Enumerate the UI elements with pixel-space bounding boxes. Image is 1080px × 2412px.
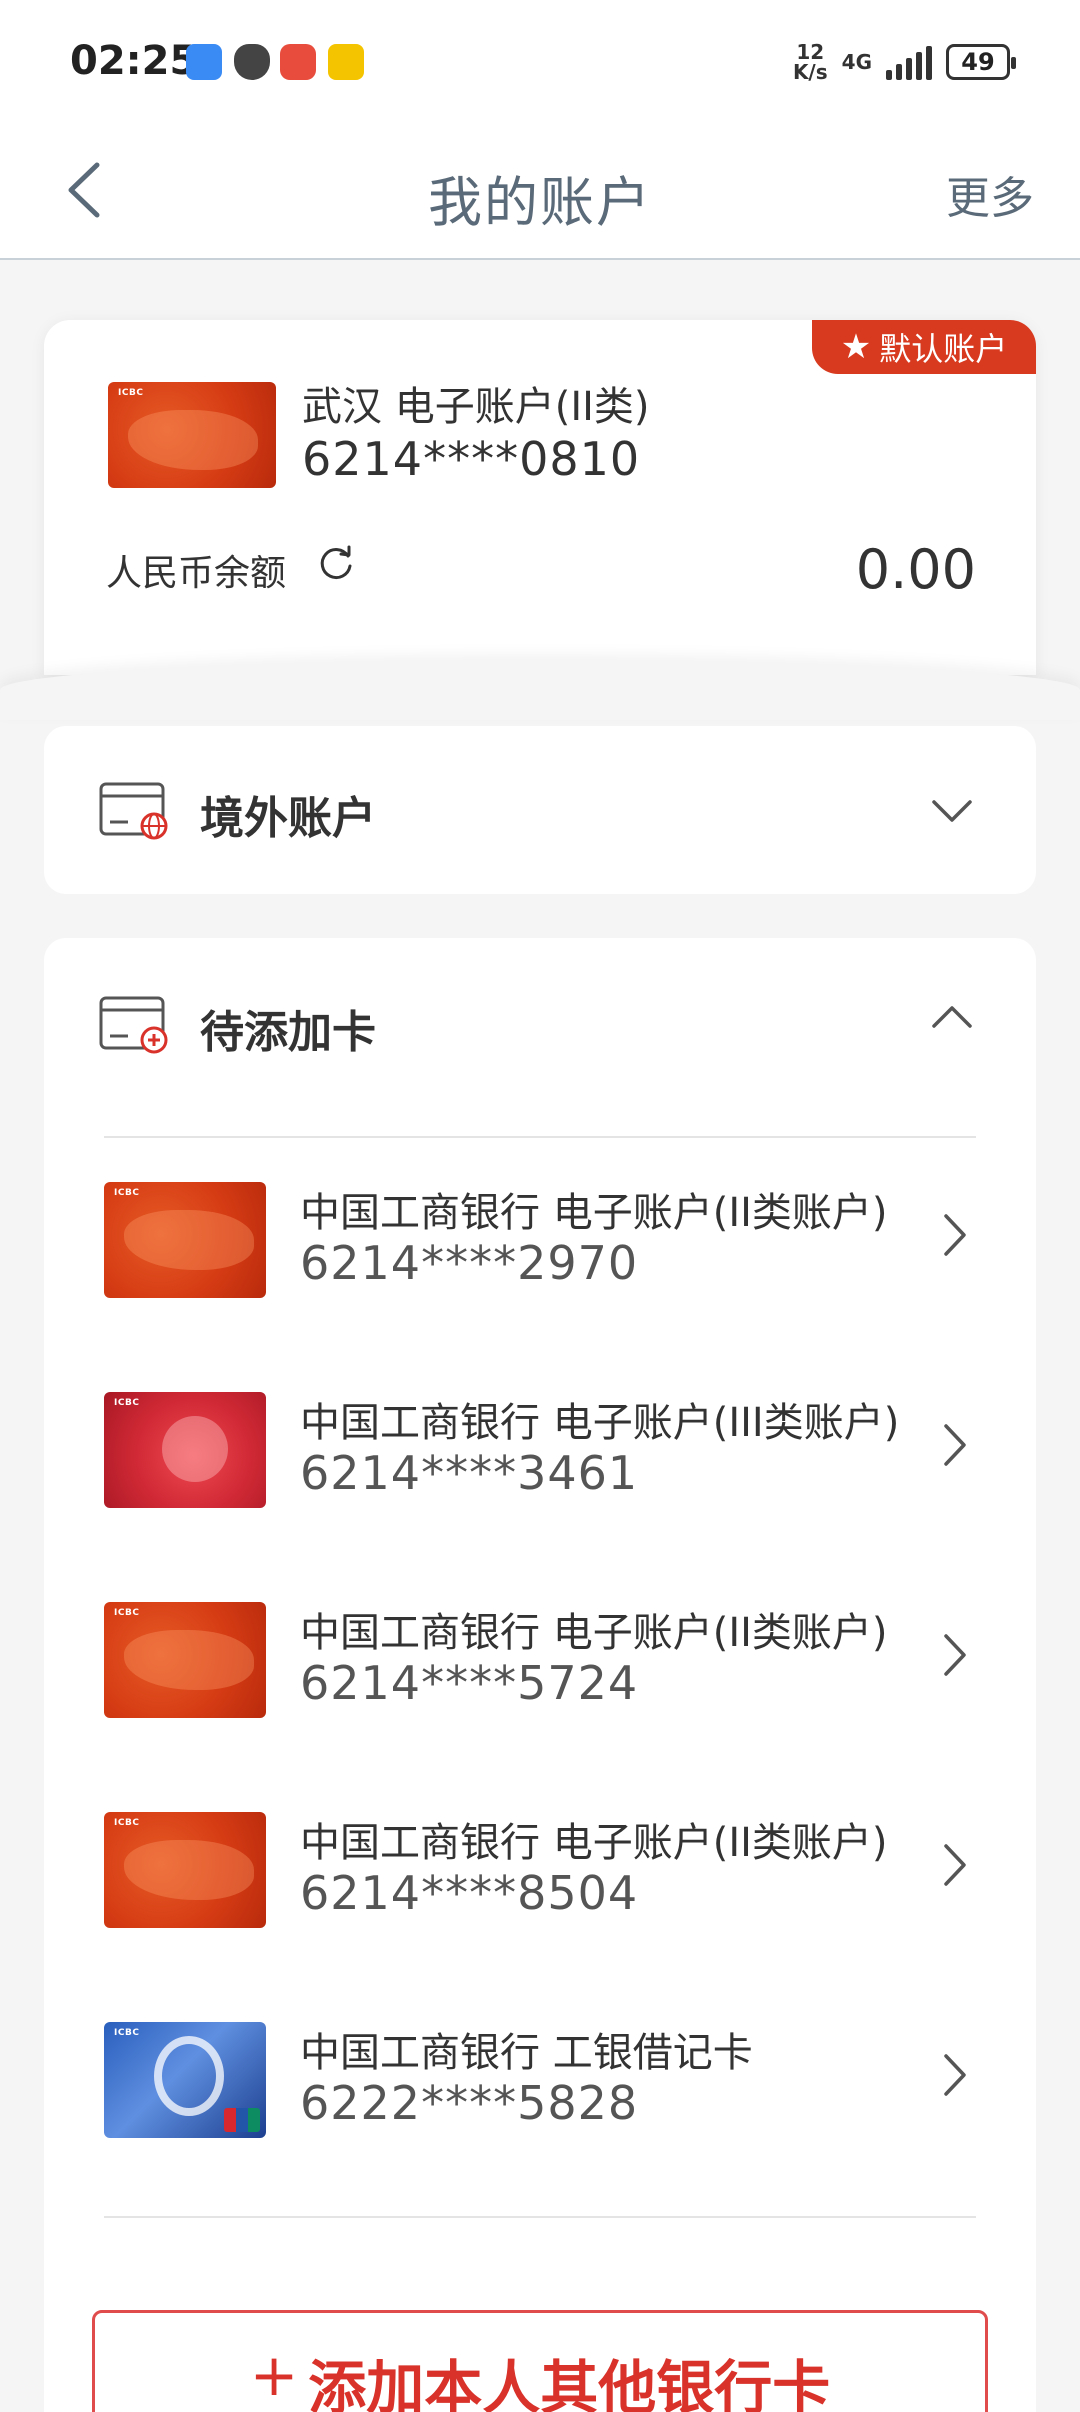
divider: [104, 2216, 976, 2218]
net-speed: 12 K/s: [792, 40, 828, 84]
card-number: 6222****5828: [300, 2076, 639, 2130]
copy-app-icon: [328, 44, 364, 80]
pending-card-row[interactable]: ICBC 中国工商银行 电子账户(II类账户) 6214****5724: [104, 1590, 976, 1720]
card-name: 中国工商银行 电子账户(II类账户): [300, 1820, 888, 1866]
account-name: 武汉 电子账户(II类): [302, 384, 650, 430]
card-image: ICBC: [104, 1392, 266, 1508]
card-name: 中国工商银行 电子账户(III类账户): [300, 1400, 900, 1446]
pending-card-row[interactable]: ICBC 中国工商银行 电子账户(II类账户) 6214****2970: [104, 1170, 976, 1300]
overseas-section-title: 境外账户: [200, 793, 376, 844]
account-number: 6214****0810: [302, 432, 641, 486]
card-image: ICBC: [104, 1812, 266, 1928]
pending-card-row[interactable]: ICBC 中国工商银行 电子账户(II类账户) 6214****8504: [104, 1800, 976, 1930]
default-account-card[interactable]: ★ 默认账户 ICBC 武汉 电子账户(II类) 6214****0810 人民…: [44, 320, 1036, 675]
message-app-icon: [186, 44, 222, 80]
balance-value: 0.00: [855, 538, 976, 601]
card-number: 6214****2970: [300, 1236, 639, 1290]
card-image: ICBC: [104, 2022, 266, 2138]
overseas-accounts-section[interactable]: 境外账户: [44, 726, 1036, 894]
add-other-bank-card-button[interactable]: + 添加本人其他银行卡: [92, 2310, 988, 2412]
pending-card-row[interactable]: ICBC 中国工商银行 工银借记卡 6222****5828: [104, 2010, 976, 2140]
card-name: 中国工商银行 电子账户(II类账户): [300, 1190, 888, 1236]
default-account-tag: ★ 默认账户: [812, 320, 1036, 374]
divider: [104, 1136, 976, 1138]
card-name: 中国工商银行 工银借记卡: [300, 2030, 753, 2076]
app-header: 我的账户 更多: [0, 120, 1080, 260]
status-time: 02:25: [70, 38, 198, 84]
shield-icon: [234, 44, 270, 80]
card-image: ICBC: [104, 1602, 266, 1718]
star-icon: ★: [840, 327, 872, 367]
pending-cards-section: 待添加卡 ICBC 中国工商银行 电子账户(II类账户) 6214****297…: [44, 938, 1036, 2412]
card-image: ICBC: [108, 382, 276, 488]
chevron-right-icon: [944, 2054, 966, 2096]
chevron-right-icon: [944, 1844, 966, 1886]
chevron-down-icon[interactable]: [928, 786, 976, 834]
card-number: 6214****3461: [300, 1446, 639, 1500]
unionpay-logo: [224, 2108, 260, 2132]
card-image: ICBC: [104, 1182, 266, 1298]
balance-label: 人民币余额: [106, 553, 287, 594]
card-number: 6214****5724: [300, 1656, 639, 1710]
battery-icon: 49: [946, 44, 1016, 80]
signal-icon: [886, 44, 932, 80]
network-type: 4G: [841, 50, 872, 74]
plus-icon: +: [249, 2341, 299, 2409]
add-card-icon: [99, 996, 168, 1054]
chevron-right-icon: [944, 1424, 966, 1466]
refresh-icon[interactable]: [314, 542, 358, 586]
pending-section-title: 待添加卡: [200, 1007, 376, 1058]
chevron-right-icon: [944, 1634, 966, 1676]
game-app-icon: [280, 44, 316, 80]
pending-card-row[interactable]: ICBC 中国工商银行 电子账户(III类账户) 6214****3461: [104, 1380, 976, 1510]
chevron-up-icon[interactable]: [928, 994, 976, 1042]
more-button[interactable]: 更多: [946, 162, 1034, 226]
card-number: 6214****8504: [300, 1866, 639, 1920]
chevron-right-icon: [944, 1214, 966, 1256]
card-name: 中国工商银行 电子账户(II类账户): [300, 1610, 888, 1656]
status-bar: 02:25 12 K/s 4G 49: [0, 0, 1080, 120]
overseas-card-icon: [99, 782, 168, 840]
status-right-group: 12 K/s 4G 49: [792, 40, 1016, 84]
page-title: 我的账户: [428, 171, 652, 234]
curve-separator: [0, 660, 1080, 720]
